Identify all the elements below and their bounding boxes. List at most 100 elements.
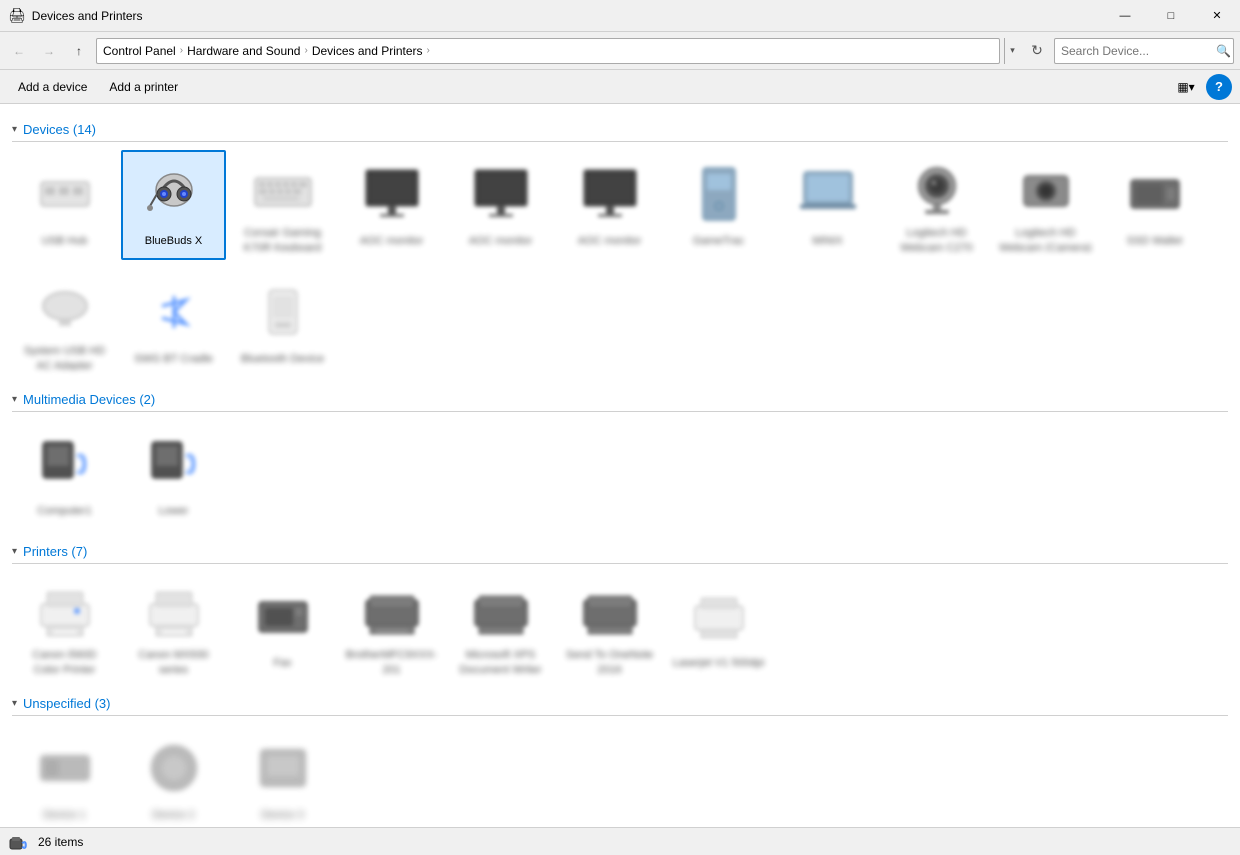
printer-icon-wrap-onenote [574,580,646,644]
breadcrumb-control-panel[interactable]: Control Panel [103,44,176,58]
unspecified-icon-wrap-3 [247,732,319,804]
device-icon-wrap-corsair [247,158,319,222]
device-item-minix[interactable]: MINIX [775,150,880,260]
printer-item-2[interactable]: Canon MX930 series [121,572,226,682]
help-button[interactable]: ? [1206,74,1232,100]
device-name-corsair: Corsair Gaming K70R Keyboard [236,226,329,252]
device-item-adapter[interactable]: System USB HD AC Adapter [12,268,117,378]
printers-section-header: ▾ Printers (7) [12,538,1228,564]
device-name-bt: SWG BT Cradle [134,352,213,366]
unspecified-name-2: Device 2 [152,808,195,822]
printer-icon-2 [142,580,206,644]
multimedia-grid: Computer1 Lower [12,420,1228,530]
device-icon-wrap-aoc1 [356,158,428,230]
printers-section-title[interactable]: Printers (7) [23,544,87,559]
device-item-usb-hub[interactable]: USB Hub [12,150,117,260]
printer-item-fax[interactable]: Fax [230,572,335,682]
status-bar: 26 items [0,827,1240,855]
search-input[interactable] [1061,44,1216,58]
devices-section-title[interactable]: Devices (14) [23,122,96,137]
device-item-aoc3[interactable]: AOC monitor [557,150,662,260]
monitor-icon-3 [578,162,642,226]
device-item-aoc2[interactable]: AOC monitor [448,150,553,260]
refresh-button[interactable]: ↻ [1024,38,1050,64]
printer-item-laserjet[interactable]: Laserjet V1 500dpi [666,572,771,682]
ssd-icon [1123,162,1187,226]
close-button[interactable]: ✕ [1194,0,1240,32]
minimize-button[interactable]: — [1102,0,1148,32]
window-controls: — □ ✕ [1102,0,1240,32]
unspecified-icon-1 [33,736,97,800]
back-button[interactable]: ← [6,38,32,64]
add-printer-button[interactable]: Add a printer [99,74,188,100]
device-name-bluebuds: BlueBuds X [145,234,202,248]
keyboard-icon [251,158,315,222]
toolbar-right: ▦ ▾ ? [1170,74,1232,100]
device-icon-wrap-bt2 [247,276,319,348]
device-item-webcam1[interactable]: Logitech HD Webcam C270 [884,150,989,260]
device-icon-wrap-adapter [29,276,101,340]
view-toggle-button[interactable]: ▦ ▾ [1170,74,1202,100]
device-name-adapter: System USB HD AC Adapter [18,344,111,370]
printer-name-1: Canon i560D Color Printer [18,648,111,674]
device-item-corsair[interactable]: Corsair Gaming K70R Keyboard [230,150,335,260]
device-name-webcam1: Logitech HD Webcam C270 [890,226,983,252]
address-dropdown[interactable]: ▾ [1004,38,1020,64]
add-device-button[interactable]: Add a device [8,74,97,100]
printer-name-2: Canon MX930 series [127,648,220,674]
unspecified-item-3[interactable]: Device 3 [230,724,335,827]
printer-item-onenote[interactable]: Send To OneNote 2016 [557,572,662,682]
device-item-aoc1[interactable]: AOC monitor [339,150,444,260]
device-item-gametrac[interactable]: GameTrac [666,150,771,260]
multimedia-item-1[interactable]: Computer1 [12,420,117,530]
multimedia-icon-1 [33,432,97,496]
device-item-ssd[interactable]: SSD Wallet [1102,150,1207,260]
unspecified-name-3: Device 3 [261,808,304,822]
unspecified-item-1[interactable]: Device 1 [12,724,117,827]
multimedia-icon-wrap-2 [138,428,210,500]
unspecified-section-title[interactable]: Unspecified (3) [23,696,110,711]
forward-button[interactable]: → [36,38,62,64]
multimedia-chevron[interactable]: ▾ [12,394,17,405]
devices-chevron[interactable]: ▾ [12,124,17,135]
multimedia-icon-wrap-1 [29,428,101,500]
device-item-bt2[interactable]: Bluetooth Device [230,268,335,378]
device-item-bt[interactable]: SWG BT Cradle [121,268,226,378]
unspecified-item-2[interactable]: Device 2 [121,724,226,827]
printer-icon-wrap-1 [29,580,101,644]
printer-item-xps[interactable]: Microsoft XPS Document Writer [448,572,553,682]
device-item-webcam2[interactable]: Logitech HD Webcam (Camera) [993,150,1098,260]
title-bar-left: 🖨 Devices and Printers [8,7,143,24]
printer-icon-wrap-2 [138,580,210,644]
maximize-button[interactable]: □ [1148,0,1194,32]
unspecified-chevron[interactable]: ▾ [12,698,17,709]
printer-icon-wrap-brother [356,580,428,644]
printer-name-laserjet: Laserjet V1 500dpi [673,656,765,670]
address-box[interactable]: Control Panel › Hardware and Sound › Dev… [96,38,1000,64]
device-name-minix: MINIX [812,234,843,248]
printers-chevron[interactable]: ▾ [12,546,17,557]
device-icon-wrap-webcam1 [901,158,973,222]
breadcrumb-devices-printers[interactable]: Devices and Printers [312,44,423,58]
search-box[interactable]: 🔍 [1054,38,1234,64]
devices-grid: USB Hub [12,150,1228,260]
breadcrumb-hardware-sound[interactable]: Hardware and Sound [187,44,300,58]
search-icon[interactable]: 🔍 [1216,44,1231,58]
multimedia-section-title[interactable]: Multimedia Devices (2) [23,392,155,407]
content-area: ▾ Devices (14) USB Hub [0,104,1240,827]
device-icon-wrap-bluebuds [138,158,210,230]
onenote-icon [578,580,642,644]
unspecified-icon-wrap-1 [29,732,101,804]
device-item-bluebuds-x[interactable]: BlueBuds X [121,150,226,260]
printer-icon-wrap-laserjet [683,580,755,652]
xps-icon [469,580,533,644]
printer-item-brother[interactable]: BrotherMFC9XXX-201 [339,572,444,682]
toolbar: Add a device Add a printer ▦ ▾ ? [0,70,1240,104]
unspecified-icon-3 [251,736,315,800]
multimedia-item-2[interactable]: Lower [121,420,226,530]
bluetooth-headset-icon [142,280,206,344]
title-bar: 🖨 Devices and Printers — □ ✕ [0,0,1240,32]
printer-item-1[interactable]: Canon i560D Color Printer [12,572,117,682]
unspecified-grid: Device 1 Device 2 Device [12,724,1228,827]
up-button[interactable]: ↑ [66,38,92,64]
